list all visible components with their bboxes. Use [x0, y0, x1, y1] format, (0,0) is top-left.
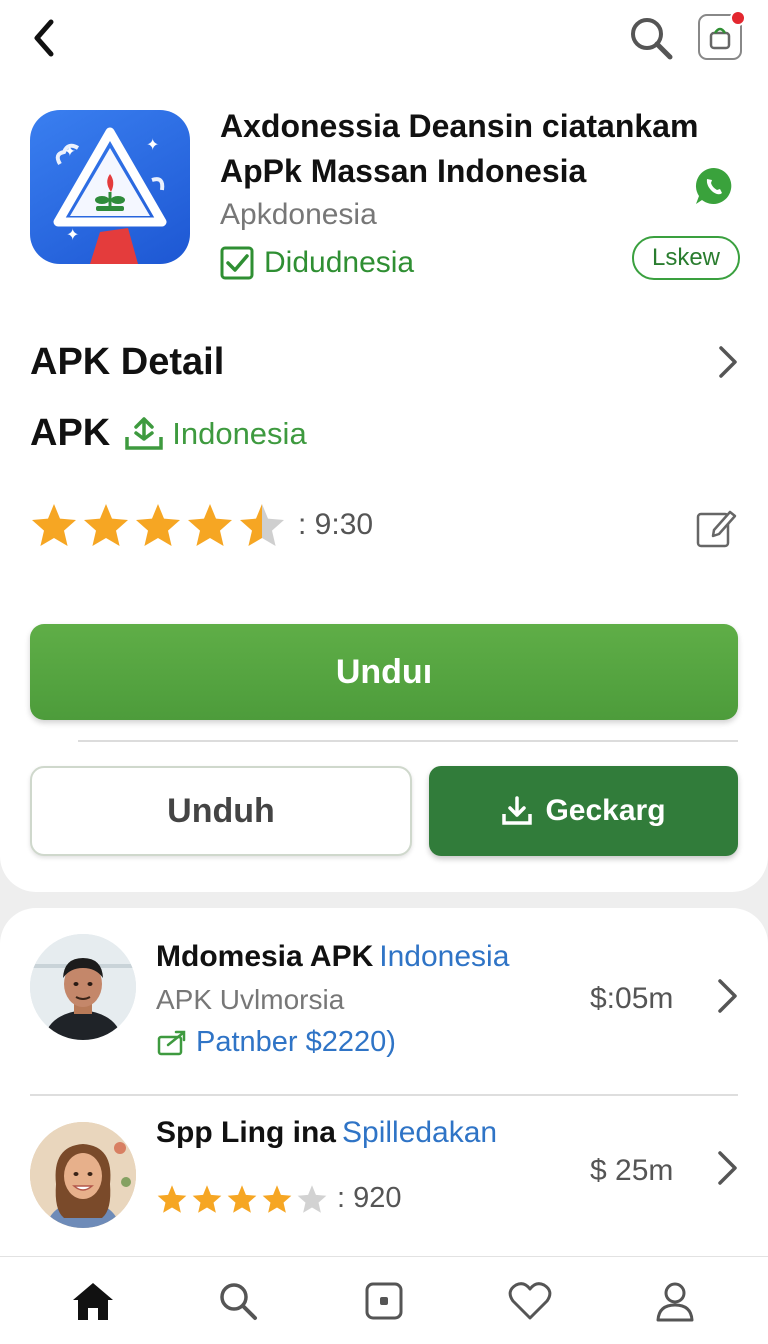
- star-icon: [84, 504, 128, 546]
- download-tray-icon: [125, 416, 163, 450]
- lskew-button[interactable]: Lskew: [632, 236, 740, 280]
- notification-dot: [730, 10, 746, 26]
- search-icon: [631, 18, 673, 60]
- nav-favorites[interactable]: [500, 1271, 560, 1331]
- item-name: Spp Ling ina: [156, 1116, 336, 1149]
- chevron-right-icon: [719, 346, 737, 378]
- download-icon: [502, 796, 533, 825]
- item-name: Mdomesia APK: [156, 940, 374, 973]
- half-star-icon: [240, 504, 284, 546]
- apk-region-row: APK Indonesia: [30, 412, 307, 455]
- list-item[interactable]: Spp Ling ina Spilledakan : 920 $ 25m: [0, 1096, 768, 1256]
- developer-name[interactable]: Apkdonesia: [220, 198, 377, 232]
- unduh-button[interactable]: Unduh: [30, 766, 412, 856]
- edit-icon[interactable]: [694, 506, 738, 550]
- app-title: Axdonessia Deansin ciatankam ApPk Massan…: [220, 108, 699, 189]
- divider: [78, 740, 738, 742]
- heart-icon: [508, 1281, 551, 1319]
- item-price: $:05m: [590, 982, 674, 1015]
- section-title: APK Detail: [30, 340, 225, 383]
- star-icon: [192, 1184, 222, 1213]
- item-title: Spp Ling ina Spilledakan: [156, 1116, 497, 1150]
- bottom-navigation: [0, 1256, 768, 1344]
- rating-row: : 9:30: [30, 502, 373, 548]
- rating-time: : 9:30: [298, 508, 374, 541]
- nav-home[interactable]: [63, 1271, 123, 1331]
- star-icon: [262, 1184, 292, 1213]
- item-partner[interactable]: Patnber $2220): [156, 1026, 396, 1059]
- item-subtitle: APK Uvlmorsia: [156, 984, 345, 1015]
- share-icon: [157, 1030, 186, 1055]
- nav-search[interactable]: [208, 1271, 268, 1331]
- star-icon: [227, 1184, 257, 1213]
- search-button[interactable]: [626, 14, 676, 62]
- back-button[interactable]: [22, 14, 66, 62]
- nav-store[interactable]: [354, 1271, 414, 1331]
- item-tag[interactable]: Spilledakan: [342, 1116, 497, 1149]
- store-icon: [365, 1282, 403, 1319]
- svg-text:✦: ✦: [64, 144, 76, 160]
- apk-label: APK: [30, 412, 111, 454]
- app-detail-card: ✦ ✦ ✦ Axdonessia Deansin ciatankam ApPk …: [0, 0, 768, 892]
- related-list: Mdomesia APK Indonesia APK Uvlmorsia Patn…: [0, 908, 768, 1256]
- avatar: [30, 934, 136, 1040]
- chevron-left-icon: [34, 19, 54, 57]
- cart-button[interactable]: [698, 10, 746, 60]
- item-price: $ 25m: [590, 1154, 674, 1187]
- item-title: Mdomesia APK Indonesia: [156, 940, 509, 974]
- verified-label: Didudnesia: [264, 246, 415, 279]
- item-rating: : 920: [156, 1182, 402, 1215]
- checkbox-checked-icon: [220, 246, 254, 280]
- region-label: Indonesia: [172, 415, 307, 451]
- geckarg-button[interactable]: Geckarg: [429, 766, 738, 856]
- list-item[interactable]: Mdomesia APK Indonesia APK Uvlmorsia Patn…: [0, 908, 768, 1096]
- svg-text:✦: ✦: [66, 225, 79, 244]
- partner-label: Patnber $2220): [196, 1026, 396, 1058]
- item-tag[interactable]: Indonesia: [379, 940, 509, 973]
- verified-badge: Didudnesia: [220, 246, 414, 280]
- geckarg-label: Geckarg: [545, 794, 666, 827]
- star-icon: [188, 504, 232, 546]
- star-icon: [136, 504, 180, 546]
- apk-detail-row[interactable]: APK Detail: [30, 336, 740, 388]
- svg-text:✦: ✦: [146, 135, 159, 154]
- rating-count: : 920: [337, 1182, 402, 1214]
- avatar: [30, 1122, 136, 1228]
- whatsapp-icon[interactable]: [694, 166, 734, 206]
- search-icon: [220, 1282, 258, 1320]
- star-icon: [157, 1184, 187, 1213]
- profile-icon: [656, 1282, 694, 1321]
- chevron-right-icon: [718, 979, 737, 1013]
- chevron-right-icon: [718, 1151, 737, 1185]
- primary-download-button[interactable]: Unduı: [30, 624, 738, 720]
- home-icon: [72, 1282, 113, 1320]
- star-rating: [30, 502, 286, 548]
- region-tag: Indonesia: [124, 415, 307, 452]
- star-icon: [32, 504, 76, 546]
- empty-star-icon: [297, 1184, 327, 1213]
- shopping-bag-icon: [709, 27, 731, 50]
- nav-profile[interactable]: [645, 1271, 705, 1331]
- app-icon: ✦ ✦ ✦: [30, 110, 190, 264]
